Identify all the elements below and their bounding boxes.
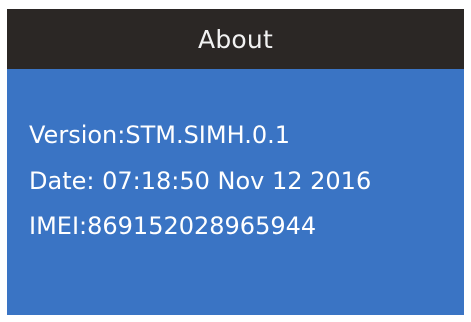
date-text: Date: 07:18:50 Nov 12 2016 [29,167,372,195]
imei-text: IMEI:869152028965944 [29,212,317,240]
version-text: Version:STM.SIMH.0.1 [29,121,291,149]
page-title: About [198,24,273,54]
about-screen: About Version:STM.SIMH.0.1 Date: 07:18:5… [7,9,464,315]
title-bar: About [7,9,464,69]
